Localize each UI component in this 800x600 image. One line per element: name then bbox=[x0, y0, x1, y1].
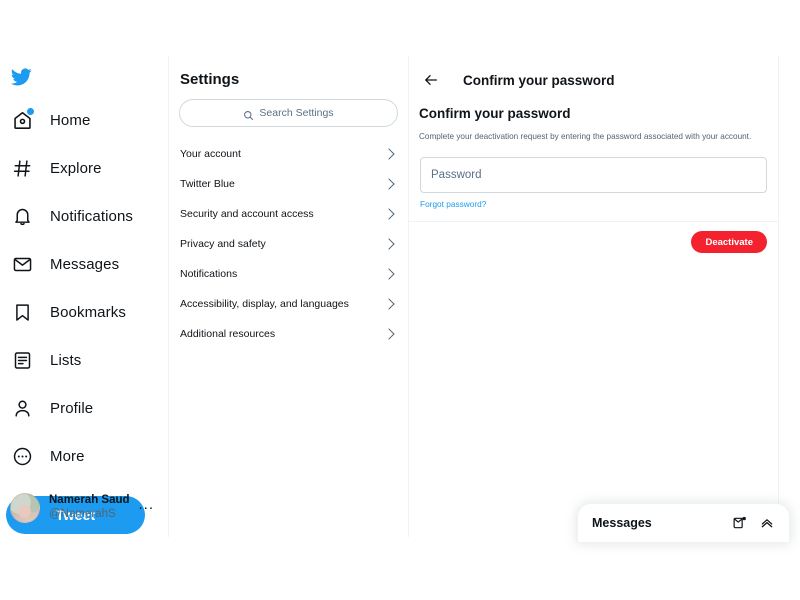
account-switcher[interactable]: Namerah Saud Fat... @NamerahS ... bbox=[6, 487, 158, 529]
search-placeholder: Search Settings bbox=[259, 107, 334, 119]
chevron-right-icon bbox=[383, 208, 395, 220]
chevron-right-icon bbox=[383, 178, 395, 190]
messages-dock-title: Messages bbox=[592, 516, 652, 530]
settings-item-accessibility-display-and-languages[interactable]: Accessibility, display, and languages bbox=[169, 289, 408, 319]
settings-item-your-account[interactable]: Your account bbox=[169, 139, 408, 169]
sidebar-item-label: Bookmarks bbox=[50, 303, 126, 321]
page-title: Confirm your password bbox=[463, 72, 615, 88]
settings-item-label: Privacy and safety bbox=[180, 238, 266, 250]
sidebar-item-label: Profile bbox=[50, 399, 94, 417]
nav-items-list: Home Explore Notifications Messages Book… bbox=[0, 100, 168, 476]
sidebar-item-label: Messages bbox=[50, 255, 120, 273]
left-navigation: Home Explore Notifications Messages Book… bbox=[0, 56, 168, 537]
account-more-icon[interactable]: ... bbox=[138, 497, 154, 516]
avatar bbox=[10, 493, 40, 523]
person-icon bbox=[10, 396, 34, 420]
sidebar-item-label: Notifications bbox=[50, 207, 134, 225]
sidebar-item-lists[interactable]: Lists bbox=[0, 340, 168, 380]
settings-item-label: Security and account access bbox=[180, 208, 314, 220]
settings-item-notifications[interactable]: Notifications bbox=[169, 259, 408, 289]
password-field[interactable] bbox=[420, 157, 767, 194]
sidebar-item-profile[interactable]: Profile bbox=[0, 388, 168, 428]
back-arrow-icon[interactable] bbox=[423, 71, 441, 89]
settings-item-label: Additional resources bbox=[180, 328, 276, 340]
deactivate-button[interactable]: Deactivate bbox=[691, 231, 767, 254]
settings-item-label: Notifications bbox=[180, 268, 238, 280]
settings-item-twitter-blue[interactable]: Twitter Blue bbox=[169, 169, 408, 199]
more-circle-icon bbox=[10, 444, 34, 468]
settings-list: Your account Twitter Blue Security and a… bbox=[169, 139, 408, 349]
settings-item-label: Your account bbox=[180, 148, 241, 160]
password-form: Forgot password? bbox=[409, 143, 778, 212]
chevron-up-icon[interactable] bbox=[758, 515, 775, 532]
chevron-right-icon bbox=[383, 328, 395, 340]
sidebar-item-label: More bbox=[50, 447, 85, 465]
main-panel: Confirm your password Confirm your passw… bbox=[409, 56, 779, 537]
section-description: Complete your deactivation request by en… bbox=[419, 132, 752, 141]
settings-item-additional-resources[interactable]: Additional resources bbox=[169, 319, 408, 349]
hashtag-icon bbox=[10, 156, 34, 180]
list-icon bbox=[10, 348, 34, 372]
main-header: Confirm your password bbox=[409, 56, 778, 104]
home-icon bbox=[10, 108, 34, 132]
account-handle: @NamerahS bbox=[49, 508, 116, 520]
home-notification-dot bbox=[27, 108, 34, 115]
sidebar-item-messages[interactable]: Messages bbox=[0, 244, 168, 284]
twitter-settings-page: Home Explore Notifications Messages Book… bbox=[0, 0, 800, 600]
settings-column: Settings Search Settings Your account Tw… bbox=[168, 56, 409, 537]
twitter-bird-icon[interactable] bbox=[10, 62, 40, 92]
settings-title: Settings bbox=[180, 71, 240, 88]
search-settings-wrapper: Search Settings bbox=[169, 99, 408, 139]
search-icon bbox=[243, 108, 254, 120]
settings-item-security-and-account-access[interactable]: Security and account access bbox=[169, 199, 408, 229]
settings-item-label: Accessibility, display, and languages bbox=[180, 298, 349, 310]
sidebar-item-label: Lists bbox=[50, 351, 82, 369]
sidebar-item-bookmarks[interactable]: Bookmarks bbox=[0, 292, 168, 332]
sidebar-item-notifications[interactable]: Notifications bbox=[0, 196, 168, 236]
chevron-right-icon bbox=[383, 268, 395, 280]
section-title: Confirm your password bbox=[419, 106, 571, 121]
messages-dock[interactable]: Messages bbox=[577, 503, 790, 543]
search-input[interactable]: Search Settings bbox=[179, 99, 398, 127]
chevron-right-icon bbox=[383, 238, 395, 250]
sidebar-item-label: Home bbox=[50, 111, 91, 129]
settings-item-privacy-and-safety[interactable]: Privacy and safety bbox=[169, 229, 408, 259]
envelope-icon bbox=[10, 252, 34, 276]
chevron-right-icon bbox=[383, 298, 395, 310]
bell-icon bbox=[10, 204, 34, 228]
chevron-right-icon bbox=[383, 148, 395, 160]
sidebar-item-more[interactable]: More bbox=[0, 436, 168, 476]
account-name: Namerah Saud Fat... bbox=[49, 494, 130, 507]
sidebar-item-home[interactable]: Home bbox=[0, 100, 168, 140]
bookmark-icon bbox=[10, 300, 34, 324]
new-message-icon[interactable] bbox=[731, 515, 748, 532]
settings-item-label: Twitter Blue bbox=[180, 178, 235, 190]
account-text: Namerah Saud Fat... @NamerahS bbox=[49, 494, 129, 521]
forgot-password-link[interactable]: Forgot password? bbox=[420, 199, 486, 209]
sidebar-item-explore[interactable]: Explore bbox=[0, 148, 168, 188]
sidebar-item-label: Explore bbox=[50, 159, 102, 177]
action-row: Deactivate bbox=[409, 222, 778, 254]
